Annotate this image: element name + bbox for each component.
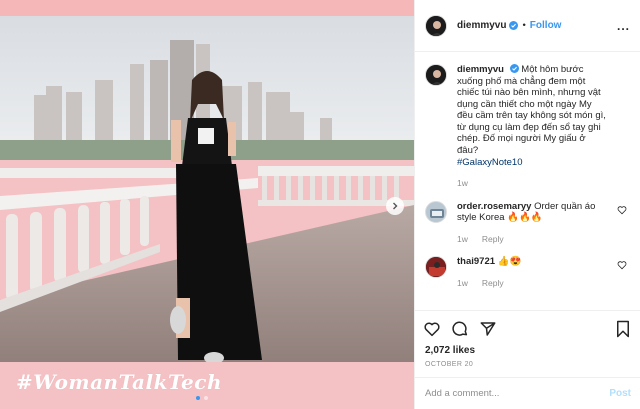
comment-username[interactable]: thai9721 bbox=[457, 256, 495, 267]
comment-body: order.rosemaryy Order quần áo style Kore… bbox=[457, 201, 607, 245]
header-separator: • bbox=[522, 20, 526, 31]
likes-count[interactable]: 2,072 likes bbox=[423, 345, 631, 356]
follow-button[interactable]: Follow bbox=[530, 20, 562, 31]
carousel-next-button[interactable] bbox=[386, 197, 404, 215]
photo-scene bbox=[0, 0, 414, 409]
comments-list[interactable]: diemmyvu Một hôm bước xuống phố mà chẳng… bbox=[415, 52, 640, 308]
comment-row: thai9721 👍😍 1w Reply bbox=[425, 256, 631, 288]
avatar[interactable] bbox=[425, 256, 447, 279]
avatar-image bbox=[426, 65, 446, 85]
carousel-dot bbox=[204, 396, 208, 400]
caption-hashtag[interactable]: #GalaxyNote10 bbox=[457, 157, 522, 168]
header-username[interactable]: diemmyvu bbox=[457, 20, 506, 31]
heart-icon[interactable] bbox=[617, 205, 627, 215]
comment-username[interactable]: order.rosemaryy bbox=[457, 201, 531, 212]
comment-meta: 1w Reply bbox=[457, 278, 607, 288]
comment-meta: 1w Reply bbox=[457, 234, 607, 244]
avatar-image bbox=[426, 201, 446, 222]
hashtag-overlay-text: #WomanTalkTech bbox=[16, 370, 223, 394]
carousel-dot-active bbox=[196, 396, 200, 400]
post-actions: 2,072 likes OCTOBER 20 bbox=[415, 310, 640, 368]
avatar[interactable] bbox=[425, 14, 447, 37]
comment-input[interactable] bbox=[425, 388, 610, 399]
avatar-image bbox=[426, 257, 446, 278]
caption-text: Một hôm bước xuống phố mà chẳng đem một … bbox=[457, 64, 606, 157]
post-image[interactable]: #WomanTalkTech bbox=[0, 0, 414, 409]
caption-time[interactable]: 1w bbox=[457, 178, 468, 188]
bookmark-icon[interactable] bbox=[615, 320, 631, 338]
post-comment-button[interactable]: Post bbox=[609, 388, 631, 399]
reply-button[interactable]: Reply bbox=[482, 234, 504, 244]
add-comment-bar: Post bbox=[415, 377, 640, 409]
verified-badge-icon bbox=[509, 21, 519, 30]
comment-emoji: 👍😍 bbox=[497, 256, 522, 268]
caption-row: diemmyvu Một hôm bước xuống phố mà chẳng… bbox=[425, 64, 631, 189]
heart-icon[interactable] bbox=[423, 320, 441, 338]
post-date: OCTOBER 20 bbox=[425, 361, 474, 368]
comment-icon[interactable] bbox=[451, 320, 469, 338]
comment-time[interactable]: 1w bbox=[457, 234, 468, 244]
caption-username[interactable]: diemmyvu bbox=[457, 64, 504, 75]
avatar[interactable] bbox=[425, 64, 447, 86]
reply-button[interactable]: Reply bbox=[482, 278, 504, 288]
action-bar bbox=[423, 319, 631, 339]
comment-time[interactable]: 1w bbox=[457, 278, 468, 288]
post-side-panel: diemmyvu • Follow ... diemmyvu Một hôm b… bbox=[414, 0, 640, 409]
chevron-right-icon bbox=[393, 202, 398, 210]
carousel-indicator bbox=[196, 396, 208, 400]
comment-row: order.rosemaryy Order quần áo style Kore… bbox=[425, 200, 631, 245]
share-icon[interactable] bbox=[479, 320, 497, 338]
comment-body: thai9721 👍😍 1w Reply bbox=[457, 256, 607, 288]
caption-meta: 1w bbox=[457, 178, 607, 188]
comment-emoji: 🔥🔥🔥 bbox=[507, 212, 543, 224]
verified-badge-icon bbox=[509, 64, 519, 73]
caption-body: diemmyvu Một hôm bước xuống phố mà chẳng… bbox=[457, 64, 607, 189]
post-header: diemmyvu • Follow ... bbox=[415, 0, 640, 52]
avatar-image bbox=[426, 15, 446, 36]
avatar[interactable] bbox=[425, 200, 447, 223]
more-options-button[interactable]: ... bbox=[617, 19, 630, 33]
heart-icon[interactable] bbox=[617, 260, 627, 270]
